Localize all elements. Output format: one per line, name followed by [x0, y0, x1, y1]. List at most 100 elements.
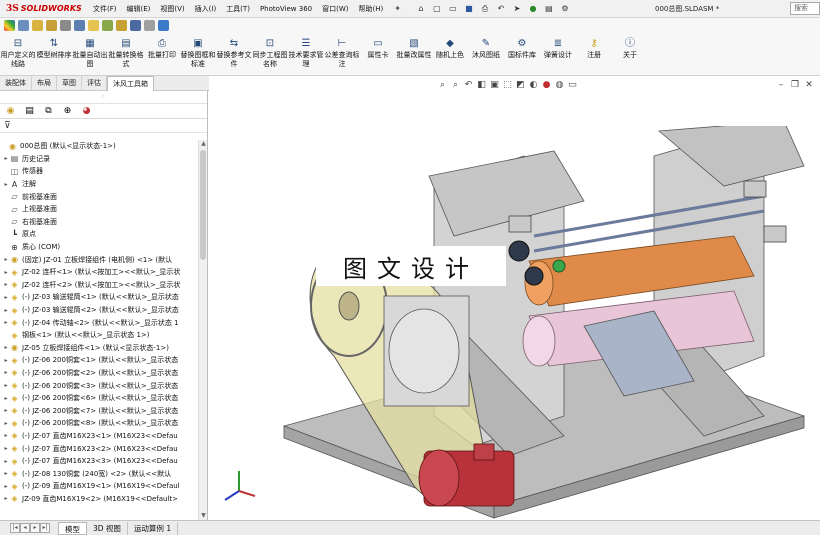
smart-fastener-icon[interactable]: [144, 20, 155, 31]
tree-item[interactable]: ▸ ◈ (-) JZ-07 直齿M16X23<3> (M16X23<<Defau: [0, 455, 198, 468]
previous-view-icon[interactable]: ↶: [463, 79, 474, 90]
tab-evaluate[interactable]: 评估: [82, 76, 107, 91]
tab-3d-view[interactable]: 3D 视图: [87, 521, 128, 535]
folder-icon[interactable]: [88, 20, 99, 31]
display-tab-icon[interactable]: ◕: [79, 105, 94, 118]
tree-scrollbar[interactable]: ▲ ▼: [198, 140, 207, 520]
explode-icon[interactable]: [130, 20, 141, 31]
appearance-icon[interactable]: ●: [541, 79, 552, 90]
tree-item[interactable]: ▸ ▤ 历史记录: [0, 153, 198, 166]
expand-arrow-icon[interactable]: ▸: [2, 369, 10, 376]
register-button[interactable]: ⚷ 注册: [576, 38, 612, 69]
tree-item[interactable]: ▸ ◈ JZ-02 连杆<2> (默认<按加工><<默认>_显示状: [0, 279, 198, 292]
display-icon[interactable]: [18, 20, 29, 31]
tree-item[interactable]: ▸ ◈ (-) JZ-03 输送辊筒<1> (默认<<默认>_显示状态: [0, 291, 198, 304]
collapse-handle-icon[interactable]: ◦: [0, 91, 207, 104]
tree-item[interactable]: ▸ ◈ (-) JZ-06 200铜套<2> (默认<<默认>_显示状态: [0, 367, 198, 380]
sync-name-button[interactable]: ⊡ 同步工程图名称: [252, 38, 288, 69]
assembly-3d-model[interactable]: [264, 126, 820, 520]
restore-icon[interactable]: ❐: [788, 80, 802, 90]
tree-item[interactable]: ◉ 000总图 (默认<显示状态-1>): [0, 140, 198, 153]
menu-help[interactable]: 帮助(H): [354, 4, 389, 14]
hide-show-icon[interactable]: ◐: [528, 79, 539, 90]
menu-tools[interactable]: 工具(T): [221, 4, 255, 14]
menu-view[interactable]: 视图(V): [155, 4, 189, 14]
print-icon[interactable]: ⎙: [479, 3, 491, 15]
tree-item[interactable]: ▸ ◈ (-) JZ-06 200铜套<3> (默认<<默认>_显示状态: [0, 379, 198, 392]
close-icon[interactable]: ✕: [802, 80, 816, 90]
tree-item[interactable]: ▸ ◈ (-) JZ-06 200铜套<1> (默认<<默认>_显示状态: [0, 354, 198, 367]
tree-item[interactable]: ▱ 上视基准面: [0, 203, 198, 216]
tree-item[interactable]: ┗ 原点: [0, 228, 198, 241]
move-icon[interactable]: [74, 20, 85, 31]
route-button[interactable]: ⊟ 用户定义的线路: [0, 38, 36, 69]
menu-insert[interactable]: 插入(I): [190, 4, 222, 14]
expand-arrow-icon[interactable]: ▸: [2, 382, 10, 389]
tree-item[interactable]: ▱ 右视基准面: [0, 216, 198, 229]
display-style-icon[interactable]: ◩: [515, 79, 526, 90]
tree-item[interactable]: ▸ ◈ (-) JZ-04 传动轴<2> (默认<<默认>_显示状态 1: [0, 316, 198, 329]
tree-item[interactable]: ▸ ◈ (-) JZ-03 输送辊筒<2> (默认<<默认>_显示状态: [0, 304, 198, 317]
dimxpert-tab-icon[interactable]: ⊕: [60, 105, 75, 118]
open-icon[interactable]: ▭: [447, 3, 459, 15]
tree-item[interactable]: ▸ ◈ (-) JZ-06 200铜套<6> (默认<<默认>_显示状态: [0, 392, 198, 405]
first-tab-icon[interactable]: |◂: [10, 523, 20, 533]
component-icon[interactable]: [32, 20, 43, 31]
select-arrow-icon[interactable]: ➤: [511, 3, 523, 15]
replace-frame-button[interactable]: ▣ 替换图框和标准: [180, 38, 216, 69]
expand-arrow-icon[interactable]: ▸: [2, 155, 10, 162]
expand-arrow-icon[interactable]: ▸: [2, 483, 10, 490]
expand-arrow-icon[interactable]: ▸: [2, 470, 10, 477]
standard-parts-button[interactable]: ⚙ 国标件库: [504, 38, 540, 69]
expand-arrow-icon[interactable]: ▸: [2, 458, 10, 465]
auto-drawing-button[interactable]: ▦ 批量自动出图: [72, 38, 108, 69]
view-settings-icon[interactable]: ▭: [567, 79, 578, 90]
tolerance-button[interactable]: ⊢ 公差查询标注: [324, 38, 360, 69]
tech-req-button[interactable]: ☰ 技术要求管理: [288, 38, 324, 69]
instant3d-icon[interactable]: [158, 20, 169, 31]
tree-item[interactable]: ▸ ◈ (-) JZ-07 直齿M16X23<1> (M16X23<<Defau: [0, 430, 198, 443]
sort-tree-button[interactable]: ⇅ 模型树排序: [36, 38, 72, 69]
about-button[interactable]: ⓘ 关于: [612, 38, 648, 69]
expand-arrow-icon[interactable]: ▸: [2, 445, 10, 452]
tree-item[interactable]: ▸ ◈ (-) JZ-09 直齿M16X19<1> (M16X19<<Defaul: [0, 480, 198, 493]
mufeng-drawing-button[interactable]: ✎ 沐风图纸: [468, 38, 504, 69]
property-tab-icon[interactable]: ▤: [22, 105, 37, 118]
tree-item[interactable]: ◫ 传感器: [0, 165, 198, 178]
expand-arrow-icon[interactable]: ▸: [2, 269, 10, 276]
solidworks-logo[interactable]: 3S SOLIDWORKS: [0, 0, 88, 18]
undo-icon[interactable]: ↶: [495, 3, 507, 15]
tree-item[interactable]: ⊕ 质心 (COM): [0, 241, 198, 254]
tree-item[interactable]: ▸ A 注解: [0, 178, 198, 191]
menu-file[interactable]: 文件(F): [88, 4, 122, 14]
batch-property-button[interactable]: ▧ 批量改属性: [396, 38, 432, 69]
expand-arrow-icon[interactable]: ▸: [2, 407, 10, 414]
expand-arrow-icon[interactable]: ▸: [2, 256, 10, 263]
assembly-features-icon[interactable]: [102, 20, 113, 31]
spring-design-button[interactable]: ≣ 弹簧设计: [540, 38, 576, 69]
expand-arrow-icon[interactable]: ▸: [2, 395, 10, 402]
property-card-button[interactable]: ▭ 属性卡: [360, 38, 396, 69]
config-tab-icon[interactable]: ⧉: [41, 105, 56, 118]
color-palette-icon[interactable]: [4, 20, 15, 31]
scrollbar-thumb[interactable]: [200, 150, 206, 260]
tree-item[interactable]: ▸ ◈ (-) JZ-06 200铜套<8> (默认<<默认>_显示状态: [0, 417, 198, 430]
search-input[interactable]: 搜索: [790, 2, 820, 15]
tab-layout[interactable]: 布局: [32, 76, 57, 91]
batch-print-button[interactable]: ⎙ 批量打印: [144, 38, 180, 69]
tab-sketch[interactable]: 草图: [57, 76, 82, 91]
menu-edit[interactable]: 编辑(E): [122, 4, 156, 14]
expand-arrow-icon[interactable]: ▸: [2, 495, 10, 502]
expand-arrow-icon[interactable]: ▸: [2, 357, 10, 364]
expand-arrow-icon[interactable]: ▸: [2, 294, 10, 301]
convert-format-button[interactable]: ▤ 批量转换格式: [108, 38, 144, 69]
expand-arrow-icon[interactable]: ▸: [2, 181, 10, 188]
new-document-icon[interactable]: ▢: [431, 3, 443, 15]
tab-mufeng-toolbox[interactable]: 沐风工具箱: [107, 76, 154, 91]
zoom-fit-icon[interactable]: ⌕: [437, 79, 448, 90]
tree-item[interactable]: ▸ ◉ (固定) JZ-01 立板焊接组件 (电机侧) <1> (默认: [0, 253, 198, 266]
graphics-viewport[interactable]: ⌕ ⌕ ↶ ◧ ▣ ⬚ ◩ ◐ ● ◍ ▭ – ❐ ✕ 图文设计: [209, 76, 820, 520]
expand-arrow-icon[interactable]: ▸: [2, 307, 10, 314]
tree-item[interactable]: ▸ ◉ JZ-05 立板焊接组件<1> (默认<显示状态-1>): [0, 342, 198, 355]
expand-arrow-icon[interactable]: ▸: [2, 281, 10, 288]
